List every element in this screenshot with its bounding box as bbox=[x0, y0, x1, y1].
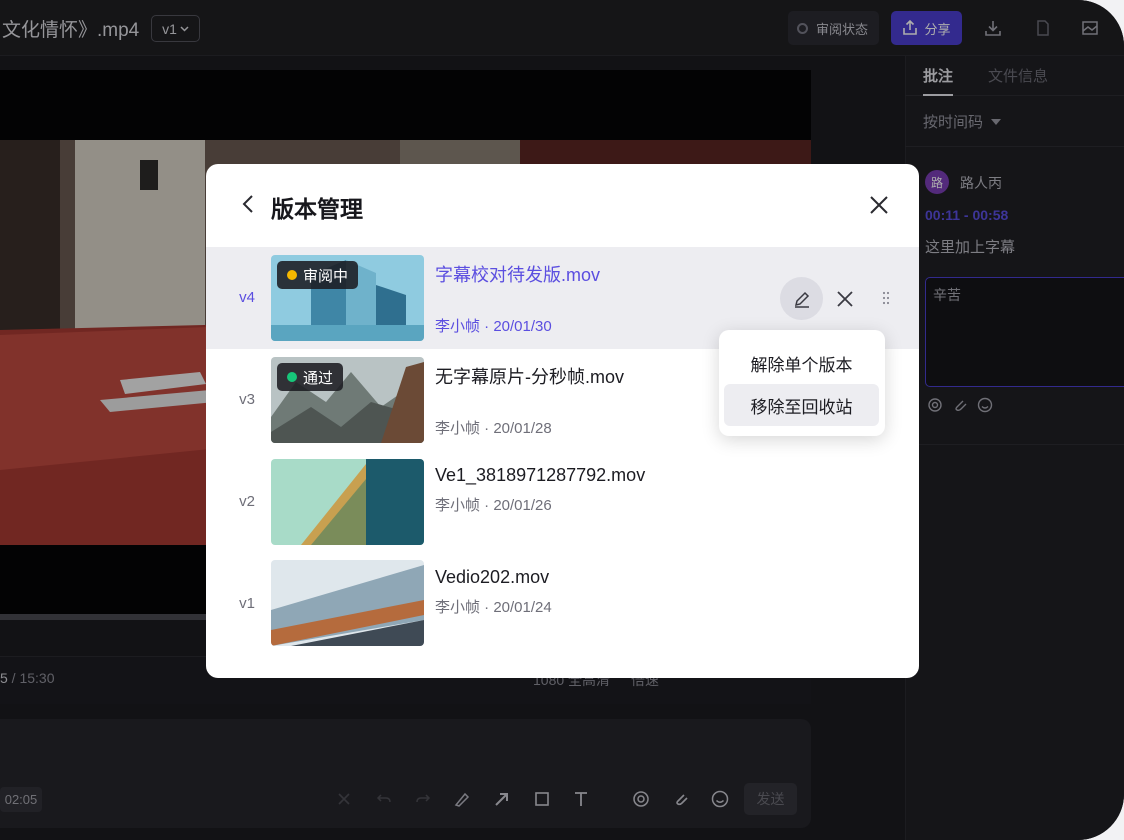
file-name[interactable]: 字幕校对待发版.mov bbox=[435, 261, 600, 287]
version-label: v4 bbox=[239, 289, 255, 306]
drag-handle-icon bbox=[882, 291, 890, 305]
version-label: v3 bbox=[239, 391, 255, 408]
file-meta: 李小帧 · 20/01/26 bbox=[435, 497, 552, 514]
status-label: 审阅中 bbox=[303, 267, 349, 285]
version-label: v1 bbox=[239, 595, 255, 612]
file-meta: 李小帧 · 20/01/28 bbox=[435, 420, 552, 437]
pencil-icon bbox=[794, 291, 809, 308]
status-badge: 审阅中 bbox=[277, 261, 359, 289]
file-name[interactable]: Ve1_3818971287792.mov bbox=[435, 465, 645, 486]
edit-button[interactable] bbox=[780, 277, 823, 320]
back-button[interactable] bbox=[236, 192, 260, 216]
version-label: v2 bbox=[239, 493, 255, 510]
thumbnail-v1[interactable] bbox=[271, 560, 424, 646]
close-icon bbox=[870, 196, 888, 214]
file-meta: 李小帧 · 20/01/24 bbox=[435, 599, 552, 616]
status-badge: 通过 bbox=[277, 363, 344, 391]
file-name[interactable]: Vedio202.mov bbox=[435, 567, 549, 588]
file-meta: 李小帧 · 20/01/30 bbox=[435, 318, 552, 335]
drag-handle[interactable] bbox=[879, 288, 893, 308]
status-dot-icon bbox=[287, 270, 297, 280]
modal-title: 版本管理 bbox=[271, 196, 363, 222]
menu-item-remove-single-version[interactable]: 解除单个版本 bbox=[724, 342, 879, 384]
file-name[interactable]: 无字幕原片-分秒帧.mov bbox=[435, 363, 624, 389]
status-dot-icon bbox=[287, 372, 297, 382]
thumbnail-v2[interactable] bbox=[271, 459, 424, 545]
menu-item-move-to-trash[interactable]: 移除至回收站 bbox=[724, 384, 879, 426]
close-icon bbox=[836, 290, 853, 307]
remove-button[interactable] bbox=[832, 286, 857, 311]
status-label: 通过 bbox=[303, 369, 334, 387]
close-button[interactable] bbox=[866, 192, 892, 218]
chevron-left-icon bbox=[242, 195, 253, 213]
